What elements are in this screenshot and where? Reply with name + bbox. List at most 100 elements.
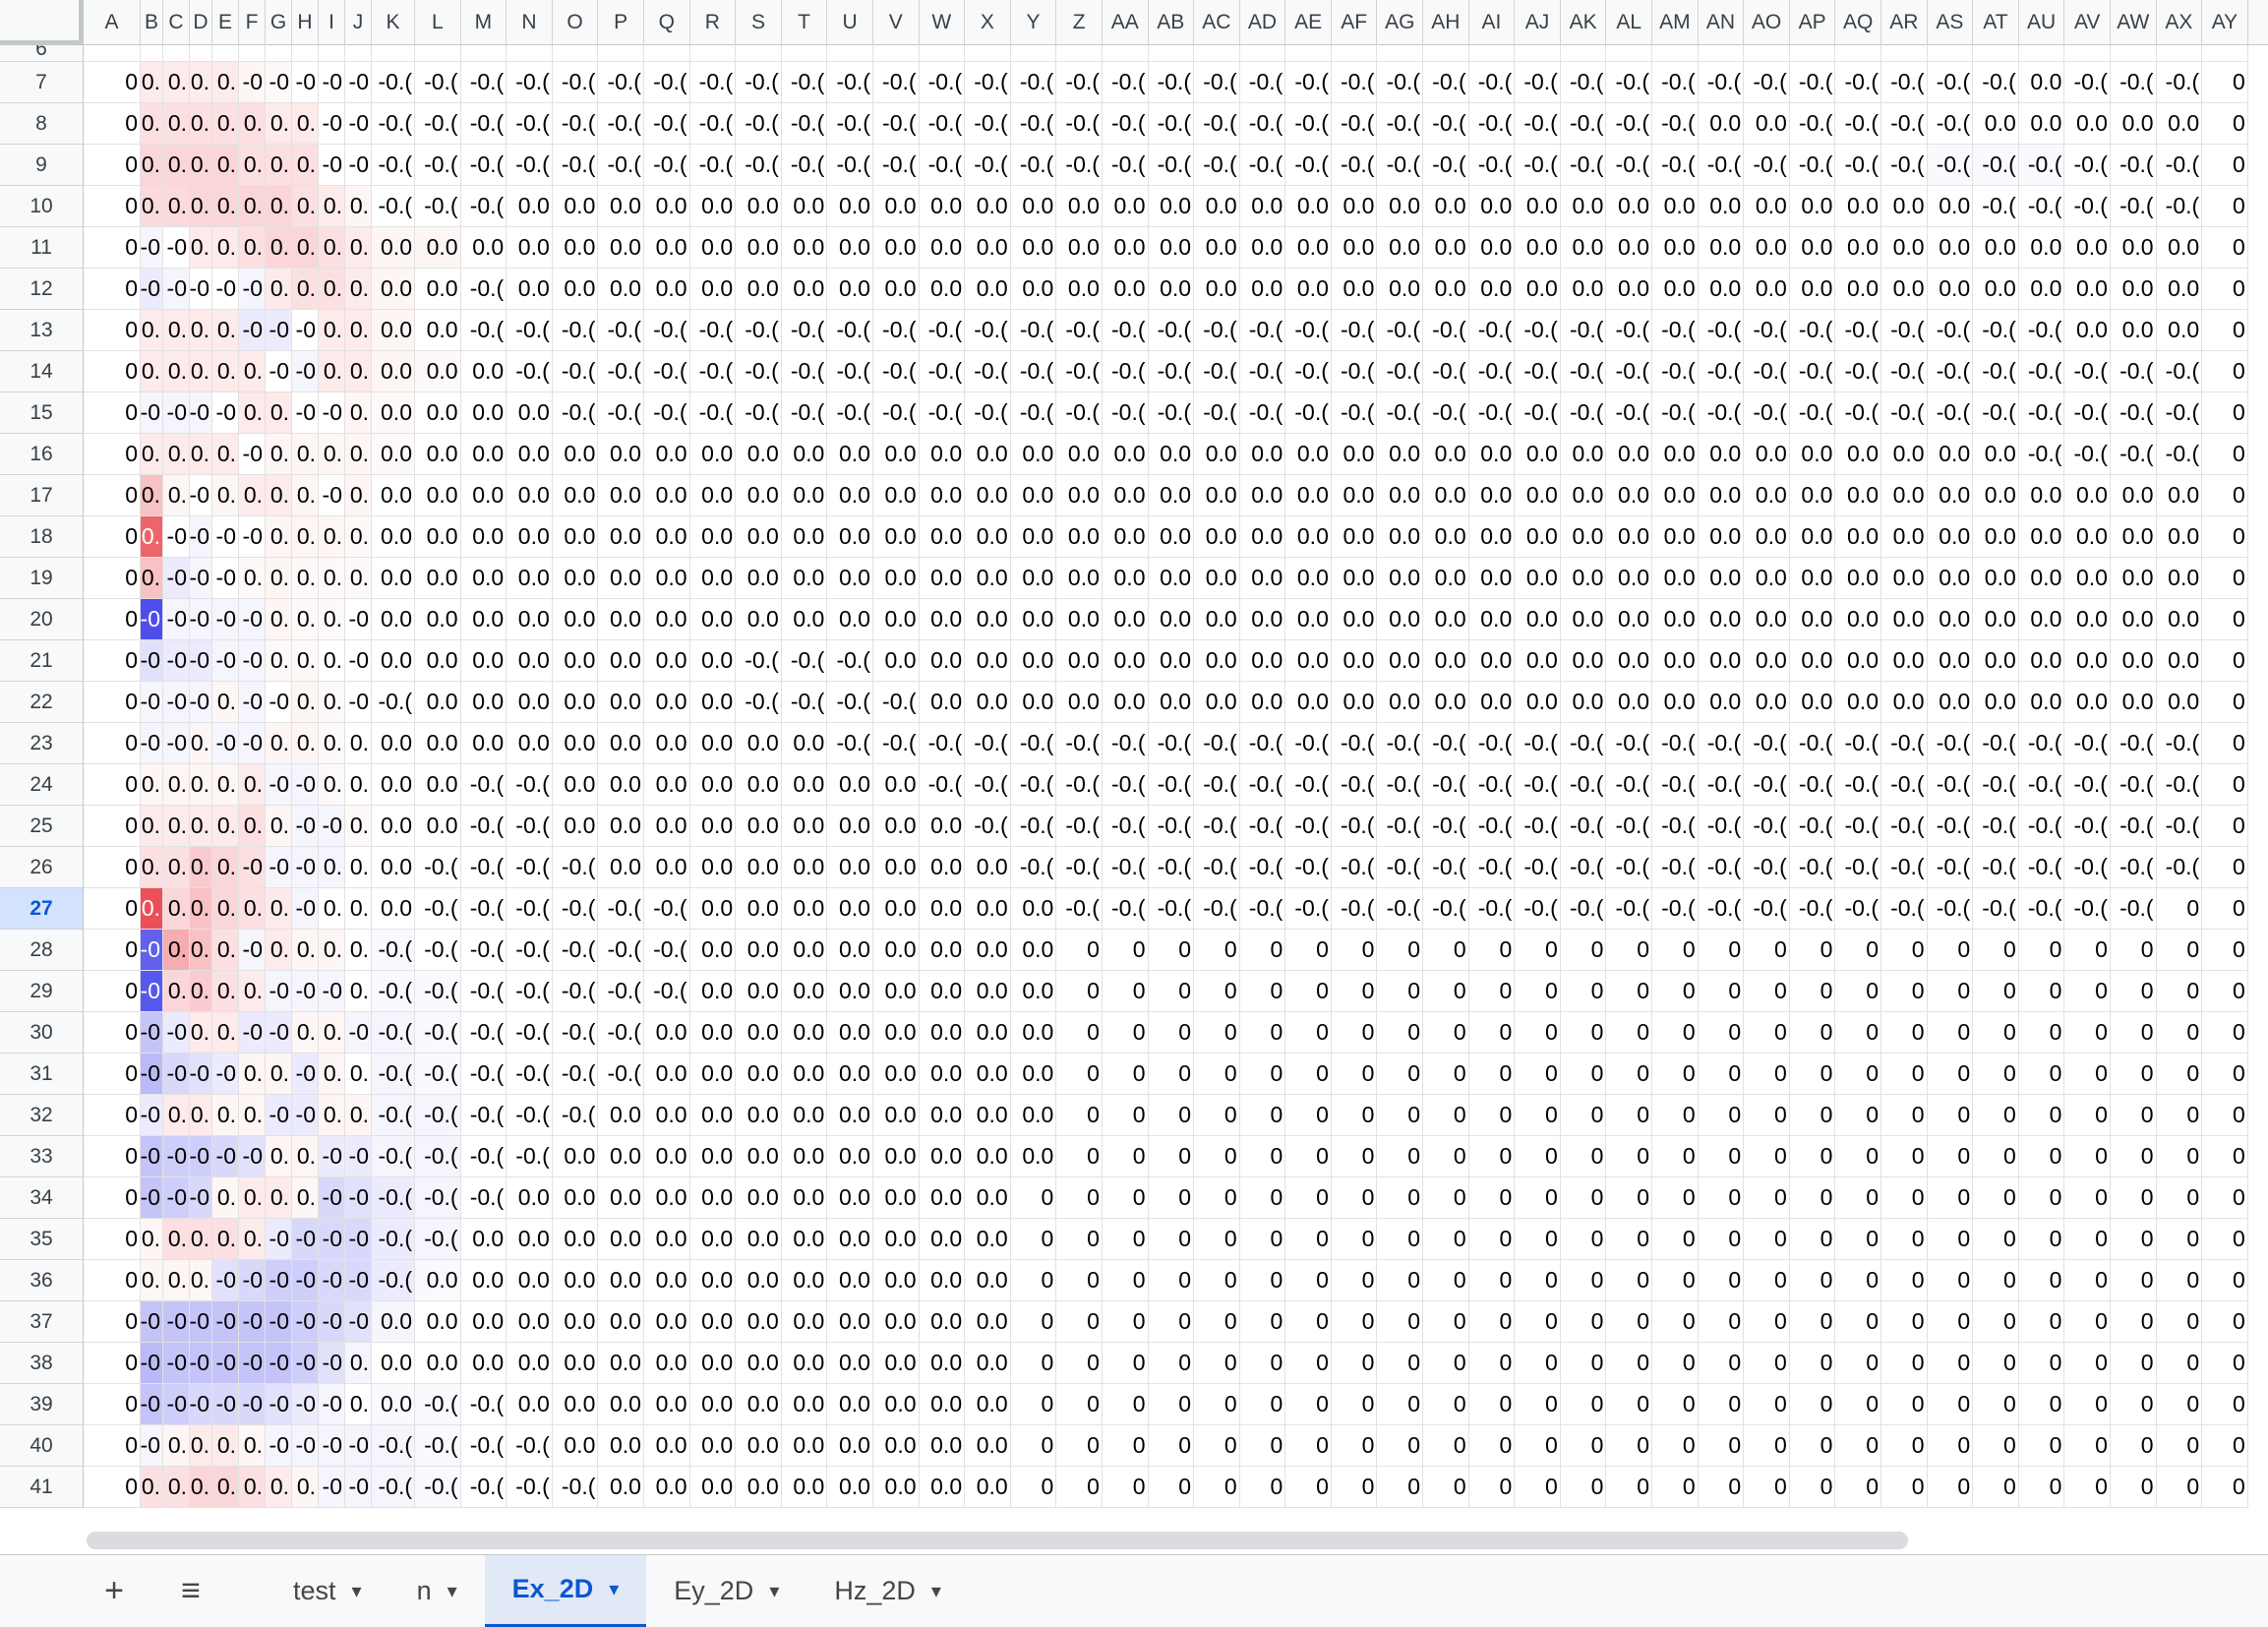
cell[interactable]: 0 <box>1423 1467 1469 1508</box>
cell[interactable]: -0.( <box>1744 723 1790 764</box>
cell[interactable]: -0.( <box>1515 806 1561 847</box>
cell[interactable]: -0 <box>212 516 239 558</box>
cell[interactable]: -0 <box>212 599 239 640</box>
cell[interactable]: -0 <box>190 516 212 558</box>
cell[interactable]: 0.0 <box>1331 227 1378 269</box>
cell[interactable]: -0.( <box>552 62 599 103</box>
cell[interactable]: -0.( <box>460 103 507 145</box>
cell[interactable]: -0.( <box>1010 806 1057 847</box>
cell[interactable]: 0. <box>141 764 163 806</box>
cell[interactable]: -0.( <box>1744 145 1790 186</box>
cell[interactable]: -0.( <box>1560 888 1607 930</box>
cell[interactable]: -0.( <box>1239 310 1286 351</box>
cell[interactable]: 0. <box>319 723 345 764</box>
cell[interactable]: 0. <box>239 1219 266 1260</box>
cell[interactable]: -0.( <box>1927 888 1974 930</box>
cell[interactable]: -0.( <box>1560 351 1607 392</box>
cell[interactable]: 0.0 <box>736 1260 782 1301</box>
cell[interactable]: 0. <box>239 103 266 145</box>
cell[interactable]: -0.( <box>1331 723 1378 764</box>
cell[interactable]: 0 <box>1698 1095 1745 1136</box>
cell[interactable]: 0.0 <box>1881 558 1928 599</box>
cell[interactable]: 0. <box>239 186 266 227</box>
cell[interactable]: 0.0 <box>460 434 507 475</box>
row-header-33[interactable]: 33 <box>0 1136 83 1177</box>
cell[interactable]: -0 <box>292 888 319 930</box>
cell[interactable]: 0.0 <box>781 930 828 971</box>
cell[interactable]: 0.0 <box>781 1054 828 1095</box>
cell[interactable]: 0 <box>1468 1136 1516 1177</box>
cell[interactable]: -0.( <box>1285 764 1332 806</box>
cell[interactable]: 0 <box>1285 1467 1332 1508</box>
cell[interactable]: 0 <box>1560 1384 1607 1425</box>
cell[interactable]: 0 <box>2156 1054 2203 1095</box>
cell[interactable]: -0 <box>141 392 163 434</box>
cell[interactable]: 0.0 <box>736 1425 782 1467</box>
cell[interactable]: 0.0 <box>1744 682 1790 723</box>
cell[interactable]: -0 <box>212 558 239 599</box>
cell[interactable]: 0 <box>1973 1260 2019 1301</box>
cell[interactable]: 0.0 <box>372 351 415 392</box>
cell[interactable]: 0 <box>2018 1301 2065 1343</box>
cell[interactable]: 0. <box>212 103 239 145</box>
cell[interactable]: 0 <box>2110 1095 2157 1136</box>
cell[interactable]: -0.( <box>552 1095 599 1136</box>
cell[interactable]: 0 <box>1927 1260 1974 1301</box>
cell[interactable]: 0. <box>292 930 319 971</box>
cell[interactable]: -0.( <box>1468 145 1516 186</box>
cell[interactable]: 0 <box>2202 434 2248 475</box>
cell[interactable]: 0.0 <box>965 1012 1011 1054</box>
cell[interactable]: -0.( <box>2110 392 2157 434</box>
cell[interactable]: -0.( <box>1515 310 1561 351</box>
cell[interactable]: -0.( <box>1973 351 2019 392</box>
cell[interactable]: -0.( <box>415 888 461 930</box>
column-header-ab[interactable]: AB <box>1149 0 1195 45</box>
cell[interactable]: -0.( <box>372 103 415 145</box>
cell[interactable]: -0 <box>319 1177 345 1219</box>
cell[interactable]: -0.( <box>1148 351 1195 392</box>
cell[interactable]: 0. <box>190 888 212 930</box>
cell[interactable]: 0 <box>2064 1012 2111 1054</box>
cell[interactable]: -0.( <box>552 1012 599 1054</box>
cell[interactable]: 0 <box>2202 1467 2248 1508</box>
cell[interactable]: -0.( <box>689 103 737 145</box>
cell[interactable]: 0.0 <box>965 1384 1011 1425</box>
cell[interactable]: 0 <box>1789 1343 1836 1384</box>
cell[interactable]: 0.0 <box>827 930 873 971</box>
cell[interactable]: -0 <box>319 806 345 847</box>
cell[interactable]: 0 <box>1102 1095 1149 1136</box>
cell[interactable]: 0. <box>292 145 319 186</box>
cell[interactable]: 0 <box>1468 1467 1516 1508</box>
cell[interactable]: 0 <box>2018 971 2065 1012</box>
cell[interactable]: 0.0 <box>1515 186 1561 227</box>
cell[interactable]: 0. <box>345 392 372 434</box>
cell[interactable]: -0 <box>319 1260 345 1301</box>
cell[interactable]: 0.0 <box>552 640 599 682</box>
cell[interactable]: 0.0 <box>598 1177 644 1219</box>
cell[interactable]: 0.0 <box>2064 475 2111 516</box>
cell[interactable]: 0.0 <box>827 1219 873 1260</box>
cell[interactable]: 0. <box>212 227 239 269</box>
cell[interactable]: 0 <box>1102 1136 1149 1177</box>
cell[interactable]: -0.( <box>919 310 966 351</box>
cell[interactable]: -0.( <box>1606 62 1653 103</box>
cell[interactable]: -0 <box>319 392 345 434</box>
cell[interactable]: -0.( <box>1285 145 1332 186</box>
cell[interactable]: 0 <box>2110 1136 2157 1177</box>
cell[interactable]: 0. <box>319 1095 345 1136</box>
cell[interactable]: -0.( <box>781 682 828 723</box>
cell[interactable]: 0. <box>345 475 372 516</box>
cell[interactable]: 0 <box>1881 1260 1928 1301</box>
cell[interactable]: -0 <box>345 1177 372 1219</box>
cell[interactable]: -0.( <box>460 847 507 888</box>
cell[interactable]: 0 <box>1652 1343 1699 1384</box>
cell[interactable]: 0 <box>1468 1301 1516 1343</box>
cell[interactable]: 0. <box>266 434 292 475</box>
cell[interactable]: -0.( <box>1148 806 1195 847</box>
cell[interactable]: 0.0 <box>415 516 461 558</box>
cell[interactable]: -0.( <box>1927 103 1974 145</box>
cell[interactable]: 0.0 <box>827 1054 873 1095</box>
cell[interactable]: -0.( <box>1698 723 1745 764</box>
cell[interactable]: 0 <box>1102 1054 1149 1095</box>
cell[interactable]: -0.( <box>1102 145 1149 186</box>
